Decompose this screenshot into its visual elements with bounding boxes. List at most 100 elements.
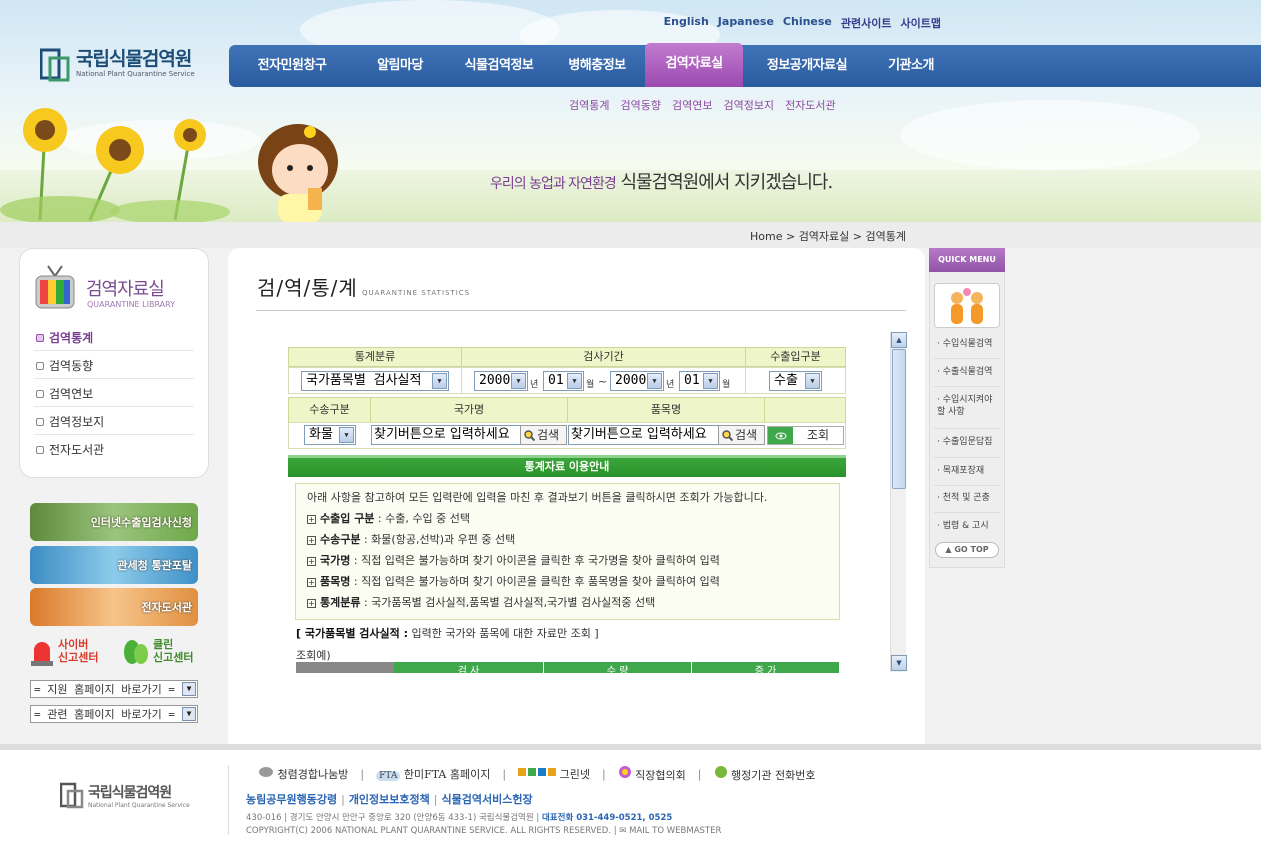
scroll-up-icon[interactable]: ▲ bbox=[891, 332, 907, 348]
scroll-down-icon[interactable]: ▼ bbox=[891, 655, 907, 671]
subnav-item-trends[interactable]: 검역동향 bbox=[620, 97, 660, 113]
note-desc: 입력한 국가와 품목에 대한 자료만 조회 ] bbox=[408, 627, 599, 640]
lnb-item-label: 검역통계 bbox=[49, 331, 94, 345]
top-link-english[interactable]: English bbox=[664, 15, 709, 31]
divider bbox=[934, 512, 1000, 513]
gnb-item-pest-info[interactable]: 병해충정보 bbox=[549, 45, 645, 87]
subnav-item-bulletin[interactable]: 검역정보지 bbox=[723, 97, 774, 113]
phone-icon bbox=[714, 766, 727, 778]
slogan-part-b: 식물검역원에서 지키겠습니다. bbox=[620, 172, 833, 193]
gnb-item-notices[interactable]: 알림마당 bbox=[351, 45, 449, 87]
footer-link-phonebook[interactable]: 행정기관 전화번호 bbox=[714, 765, 816, 783]
quick-item-faq[interactable]: · 수출입문답집 bbox=[937, 436, 1001, 448]
clean-report-center-link[interactable]: 클린 신고센터 bbox=[123, 636, 193, 666]
support-site-select[interactable]: = 지원 홈페이지 바로가기 = ▼ bbox=[30, 680, 198, 698]
search-label: 검색 bbox=[537, 428, 560, 442]
from-month-select[interactable]: 01 ▼ bbox=[543, 371, 584, 391]
footer-link-integrity[interactable]: 청렴경합나눔방 bbox=[258, 766, 348, 782]
policy-link-code-of-conduct[interactable]: 농림공무원행동강령 bbox=[246, 793, 337, 806]
quick-item-natural-enemies[interactable]: · 천적 및 곤충 bbox=[937, 492, 1001, 504]
separator: | bbox=[502, 767, 507, 781]
header-country: 국가명 bbox=[370, 397, 568, 423]
quick-item-label: 수입식물검역 bbox=[942, 339, 993, 349]
footer-link-label: 행정기관 전화번호 bbox=[731, 769, 816, 782]
lnb-item-bulletin[interactable]: 검역정보지 bbox=[36, 413, 104, 430]
divider bbox=[34, 434, 194, 435]
top-link-related-sites[interactable]: 관련사이트 bbox=[841, 15, 892, 31]
quick-item-laws[interactable]: · 법령 & 고시 bbox=[937, 520, 1001, 532]
subnav-item-statistics[interactable]: 검역통계 bbox=[569, 97, 609, 113]
chevron-down-icon: ▼ bbox=[432, 373, 447, 389]
footer-policies: 농림공무원행동강령 | 개인정보보호정책 | 식물검역서비스헌장 bbox=[246, 793, 533, 806]
top-link-chinese[interactable]: Chinese bbox=[783, 15, 832, 31]
gnb-item-about[interactable]: 기관소개 bbox=[871, 45, 951, 87]
transport-select[interactable]: 화물 ▼ bbox=[304, 425, 356, 445]
banner-customs-portal[interactable]: 관세청 통관포탈 bbox=[30, 546, 198, 584]
policy-link-charter[interactable]: 식물검역서비스헌장 bbox=[442, 793, 533, 806]
query-icon-box bbox=[768, 427, 793, 444]
related-site-select[interactable]: = 관련 홈페이지 바로가기 = ▼ bbox=[30, 705, 198, 723]
guide-term: 수출입 구분 bbox=[320, 512, 375, 525]
subnav-item-e-library[interactable]: 전자도서관 bbox=[785, 97, 836, 113]
country-input[interactable]: 찾기버튼으로 입력하세요 bbox=[371, 425, 521, 445]
quick-item-export-quarantine[interactable]: · 수출식물검역 bbox=[937, 366, 1001, 378]
banner-e-library[interactable]: 전자도서관 bbox=[30, 588, 198, 626]
quick-item-import-rules[interactable]: · 수입시지켜야 할 사항 bbox=[937, 394, 1001, 418]
plus-icon: + bbox=[307, 556, 316, 566]
guide-desc: : 직접 입력은 불가능하며 찾기 아이콘을 클릭한 후 국가명을 찾아 클릭하… bbox=[350, 554, 720, 567]
webmaster-link[interactable]: MAIL TO WEBMASTER bbox=[629, 826, 721, 836]
greennet-logo-icon bbox=[518, 768, 557, 776]
top-link-japanese[interactable]: Japanese bbox=[718, 15, 774, 31]
lnb-item-e-library[interactable]: 전자도서관 bbox=[36, 441, 104, 458]
guide-desc: : 화물(항공,선박)과 우편 중 선택 bbox=[360, 533, 516, 546]
gnb-item-public-info[interactable]: 정보공개자료실 bbox=[743, 45, 871, 87]
site-logo[interactable]: 국립식물검역원 National Plant Quarantine Servic… bbox=[40, 46, 195, 82]
subnav-item-annual[interactable]: 검역연보 bbox=[672, 97, 712, 113]
footer-link-greennet[interactable]: 그린넷 bbox=[518, 766, 590, 782]
siren-icon bbox=[31, 642, 53, 666]
lnb-item-trends[interactable]: 검역동향 bbox=[36, 357, 93, 374]
inout-select[interactable]: 수출 ▼ bbox=[769, 371, 822, 391]
cyber-report-center-link[interactable]: 사이버 신고센터 bbox=[30, 636, 98, 666]
quick-item-import-quarantine[interactable]: · 수입식물검역 bbox=[937, 338, 1001, 350]
iframe-scrollbar[interactable]: ▲ ▼ bbox=[890, 332, 907, 672]
chevron-down-icon: ▼ bbox=[805, 373, 820, 389]
logo-icon bbox=[40, 48, 70, 82]
range-tilde: ~ bbox=[598, 375, 608, 388]
go-top-button[interactable]: ▲ GO TOP bbox=[935, 542, 999, 558]
gnb-item-quarantine-library[interactable]: 검역자료실 bbox=[645, 43, 743, 87]
footer-logo-subtitle: National Plant Quarantine Service bbox=[88, 801, 190, 809]
bullet-icon bbox=[36, 445, 44, 454]
scroll-thumb[interactable] bbox=[892, 349, 906, 489]
header-item: 품목명 bbox=[567, 397, 765, 423]
gnb-item-quarantine-info[interactable]: 식물검역정보 bbox=[449, 45, 549, 87]
breadcrumb-home[interactable]: Home bbox=[750, 230, 782, 243]
guide-term: 수송구분 bbox=[320, 533, 361, 546]
lnb-item-statistics[interactable]: 검역통계 bbox=[36, 329, 93, 346]
bullet-icon bbox=[36, 361, 44, 370]
separator: | bbox=[697, 767, 702, 781]
country-search-button[interactable]: 검색 bbox=[520, 425, 567, 445]
footer-link-label: 청렴경합나눔방 bbox=[277, 768, 349, 781]
lnb-item-label: 검역정보지 bbox=[49, 415, 105, 429]
from-year-select[interactable]: 2000 ▼ bbox=[474, 371, 528, 391]
gnb-item-civil-service[interactable]: 전자민원창구 bbox=[233, 45, 351, 87]
footer-link-fta[interactable]: FTA 한미FTA 홈페이지 bbox=[376, 766, 490, 782]
bullet-icon bbox=[36, 333, 44, 342]
footer-link-council[interactable]: 직장협의회 bbox=[618, 765, 686, 783]
footer-links: 청렴경합나눔방 | FTA 한미FTA 홈페이지 | 그린넷 | 직장협의회 |… bbox=[258, 765, 815, 783]
to-month-select[interactable]: 01 ▼ bbox=[679, 371, 720, 391]
search-icon bbox=[722, 429, 733, 441]
top-link-sitemap[interactable]: 사이트맵 bbox=[901, 15, 941, 31]
breadcrumb-section[interactable]: 검역자료실 bbox=[799, 230, 850, 243]
category-select[interactable]: 국가품목별 검사실적 ▼ bbox=[301, 371, 449, 391]
policy-link-privacy[interactable]: 개인정보보호정책 bbox=[349, 793, 430, 806]
lnb-item-annual[interactable]: 검역연보 bbox=[36, 385, 93, 402]
to-year-select[interactable]: 2000 ▼ bbox=[610, 371, 664, 391]
banner-internet-inspection[interactable]: 인터넷수출입검사신청 bbox=[30, 503, 198, 541]
query-button[interactable]: 조회 bbox=[767, 426, 844, 445]
item-search-button[interactable]: 검색 bbox=[718, 425, 765, 445]
divider bbox=[934, 485, 1000, 486]
item-input[interactable]: 찾기버튼으로 입력하세요 bbox=[568, 425, 719, 445]
quick-item-wood-packaging[interactable]: · 목재포장재 bbox=[937, 465, 1001, 477]
